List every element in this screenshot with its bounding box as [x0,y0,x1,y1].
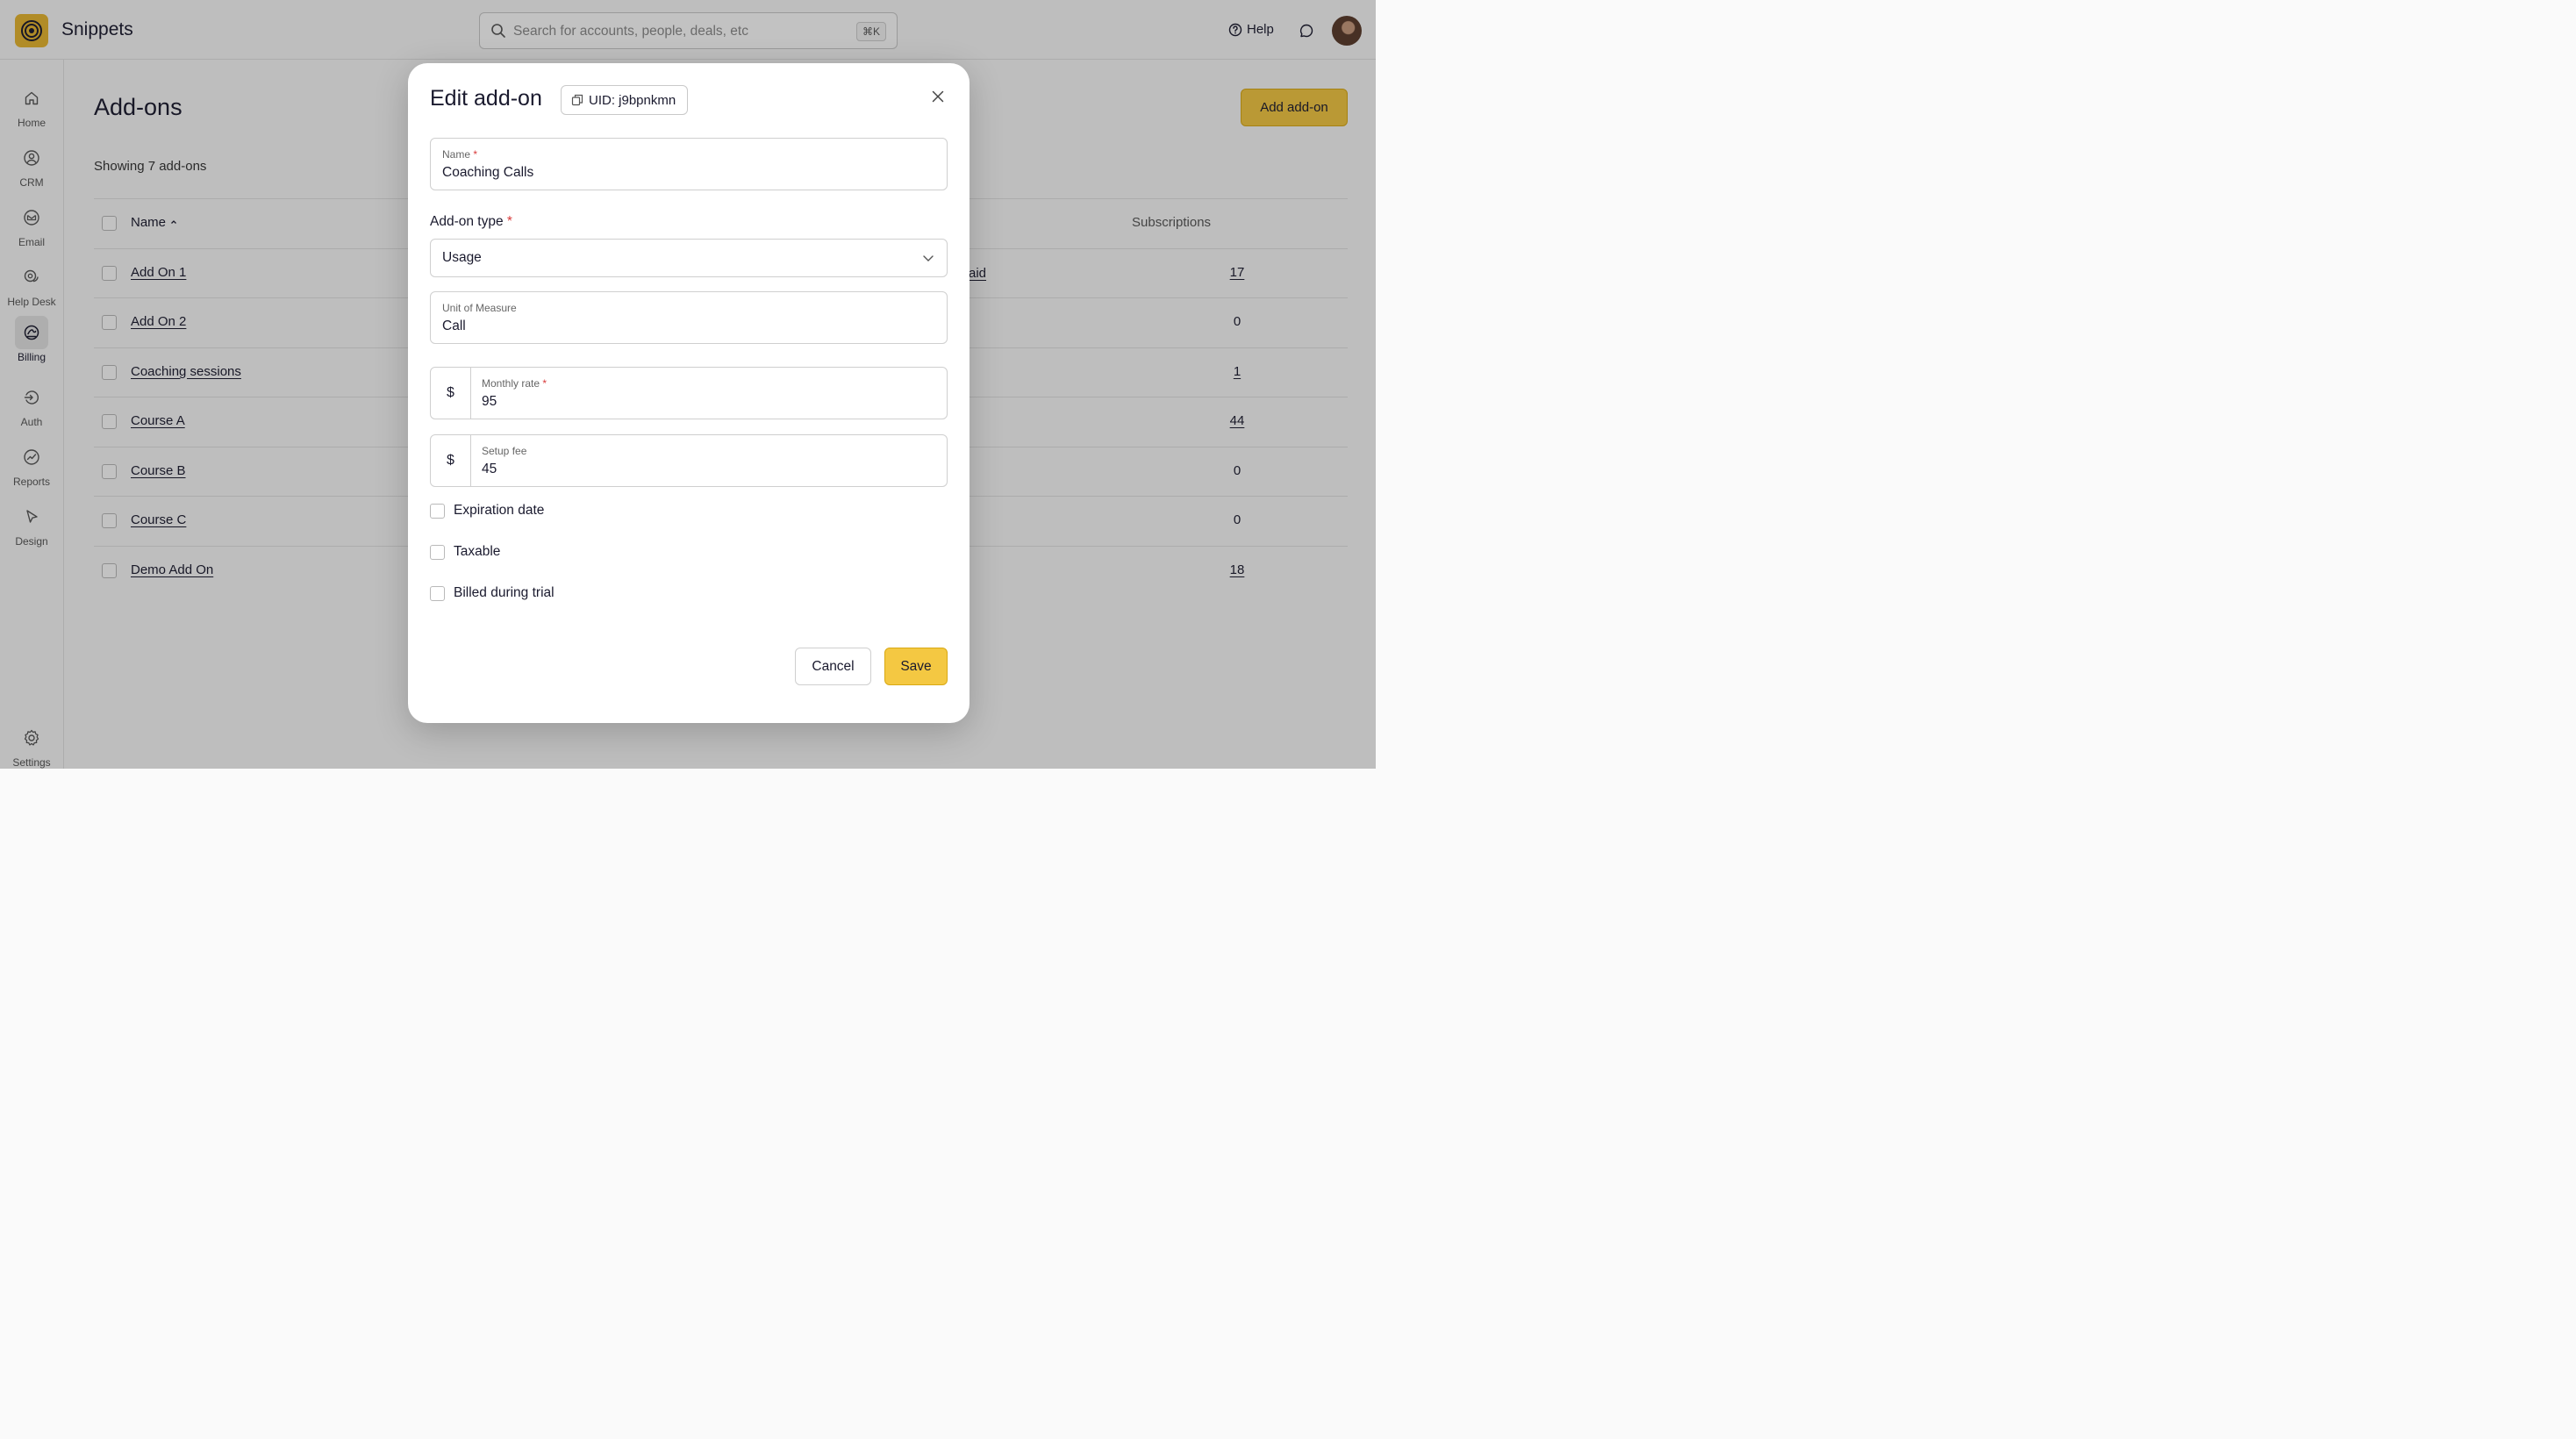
app-root: Snippets ⌘K Help [0,0,1376,769]
currency-prefix: $ [431,368,471,419]
close-icon [932,90,944,103]
setup-fee-field[interactable]: $ Setup fee 45 [430,434,948,487]
save-button[interactable]: Save [884,648,948,685]
name-field-label: Name * [442,148,478,161]
checkbox-label: Expiration date [454,503,545,518]
checkbox-box[interactable] [430,503,445,519]
monthly-rate-label: Monthly rate * [482,377,547,390]
unit-of-measure-label: Unit of Measure [442,302,517,314]
monthly-rate-field[interactable]: $ Monthly rate * 95 [430,367,948,419]
currency-prefix: $ [431,435,471,486]
chevron-down-icon [923,255,934,261]
unit-of-measure-value[interactable]: Call [442,319,466,334]
name-field[interactable]: Name * Coaching Calls [430,138,948,190]
checkbox-label: Taxable [454,544,501,559]
add-on-type-value: Usage [442,250,482,265]
cancel-button[interactable]: Cancel [795,648,871,685]
edit-add-on-dialog: Edit add-on UID: j9bpnkmn Name * Coachin… [408,63,970,723]
checkbox-box[interactable] [430,544,445,560]
setup-fee-value[interactable]: 45 [482,462,497,477]
uid-label: UID: j9bpnkmn [589,92,676,108]
expiration-date-checkbox[interactable]: Expiration date [430,503,544,519]
close-dialog-button[interactable] [929,88,947,105]
monthly-rate-value[interactable]: 95 [482,394,497,410]
billed-during-trial-checkbox[interactable]: Billed during trial [430,585,555,601]
copy-uid-button[interactable]: UID: j9bpnkmn [561,85,689,115]
taxable-checkbox[interactable]: Taxable [430,544,500,560]
dialog-title: Edit add-on [430,86,542,111]
add-on-type-label: Add-on type * [430,214,512,229]
checkbox-label: Billed during trial [454,585,555,600]
copy-icon [571,94,583,106]
add-on-type-select[interactable]: Usage [430,239,948,277]
unit-of-measure-field[interactable]: Unit of Measure Call [430,291,948,344]
name-field-value[interactable]: Coaching Calls [442,165,533,181]
setup-fee-label: Setup fee [482,445,527,457]
checkbox-box[interactable] [430,585,445,601]
